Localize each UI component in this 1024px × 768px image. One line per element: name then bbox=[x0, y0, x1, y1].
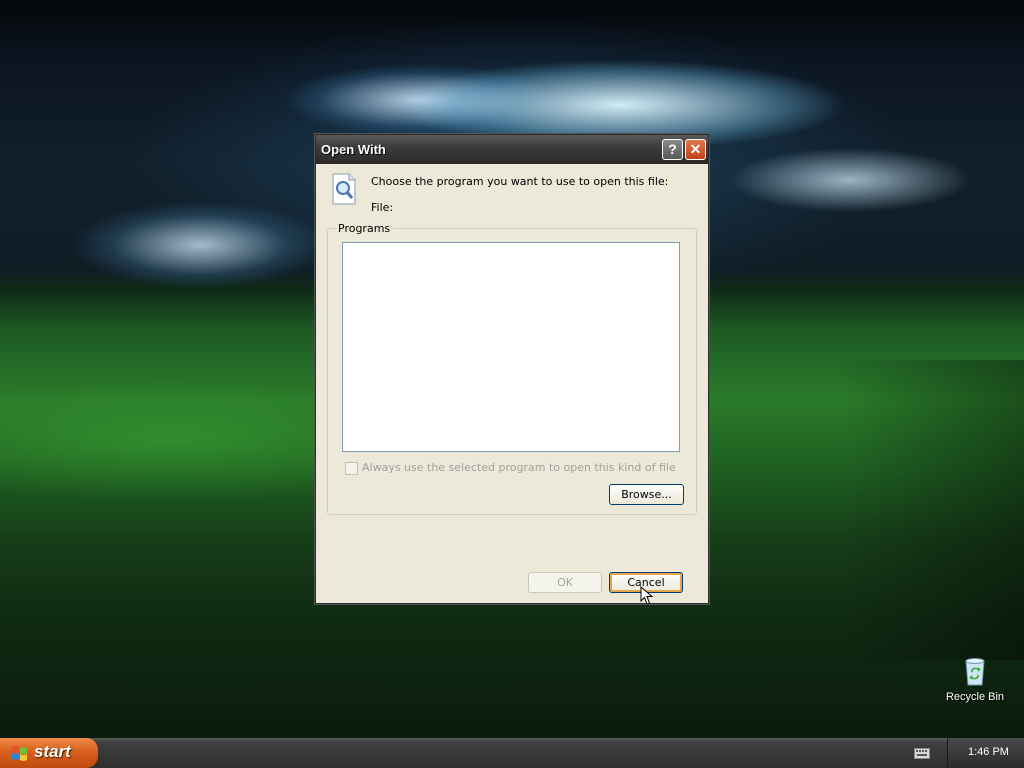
dialog-prompt: Choose the program you want to use to op… bbox=[371, 175, 669, 188]
open-with-program-icon bbox=[330, 173, 358, 205]
windows-logo-icon bbox=[11, 745, 28, 762]
file-label: File: bbox=[371, 201, 394, 214]
wallpaper-shadow bbox=[840, 360, 1024, 660]
recycle-bin-icon bbox=[959, 655, 991, 687]
system-tray: 1:46 PM bbox=[947, 738, 1024, 768]
dialog-title: Open With bbox=[321, 142, 386, 157]
programs-group-label: Programs bbox=[335, 222, 394, 235]
programs-group: Programs Always use the selected program… bbox=[327, 222, 697, 515]
close-button[interactable]: ✕ bbox=[685, 139, 706, 160]
browse-button[interactable]: Browse... bbox=[609, 484, 684, 505]
start-button[interactable]: start bbox=[0, 738, 98, 768]
recycle-bin-label: Recycle Bin bbox=[945, 691, 1005, 703]
taskbar: start 1:46 PM bbox=[0, 738, 1024, 768]
start-label: start bbox=[34, 742, 71, 761]
dialog-titlebar[interactable]: Open With ? ✕ bbox=[316, 135, 708, 164]
always-use-label: Always use the selected program to open … bbox=[362, 461, 676, 474]
keyboard-icon[interactable] bbox=[914, 748, 930, 759]
help-button[interactable]: ? bbox=[662, 139, 683, 160]
programs-list[interactable] bbox=[342, 242, 680, 452]
always-use-checkbox[interactable] bbox=[345, 461, 358, 475]
open-with-dialog: Open With ? ✕ Choose the program you wan… bbox=[315, 134, 709, 604]
desktop-icon-recycle-bin[interactable]: Recycle Bin bbox=[940, 655, 1010, 703]
always-use-option: Always use the selected program to open … bbox=[345, 461, 676, 475]
ok-button[interactable]: OK bbox=[528, 572, 602, 593]
clock[interactable]: 1:46 PM bbox=[968, 746, 1009, 758]
mouse-cursor-icon bbox=[640, 585, 654, 606]
